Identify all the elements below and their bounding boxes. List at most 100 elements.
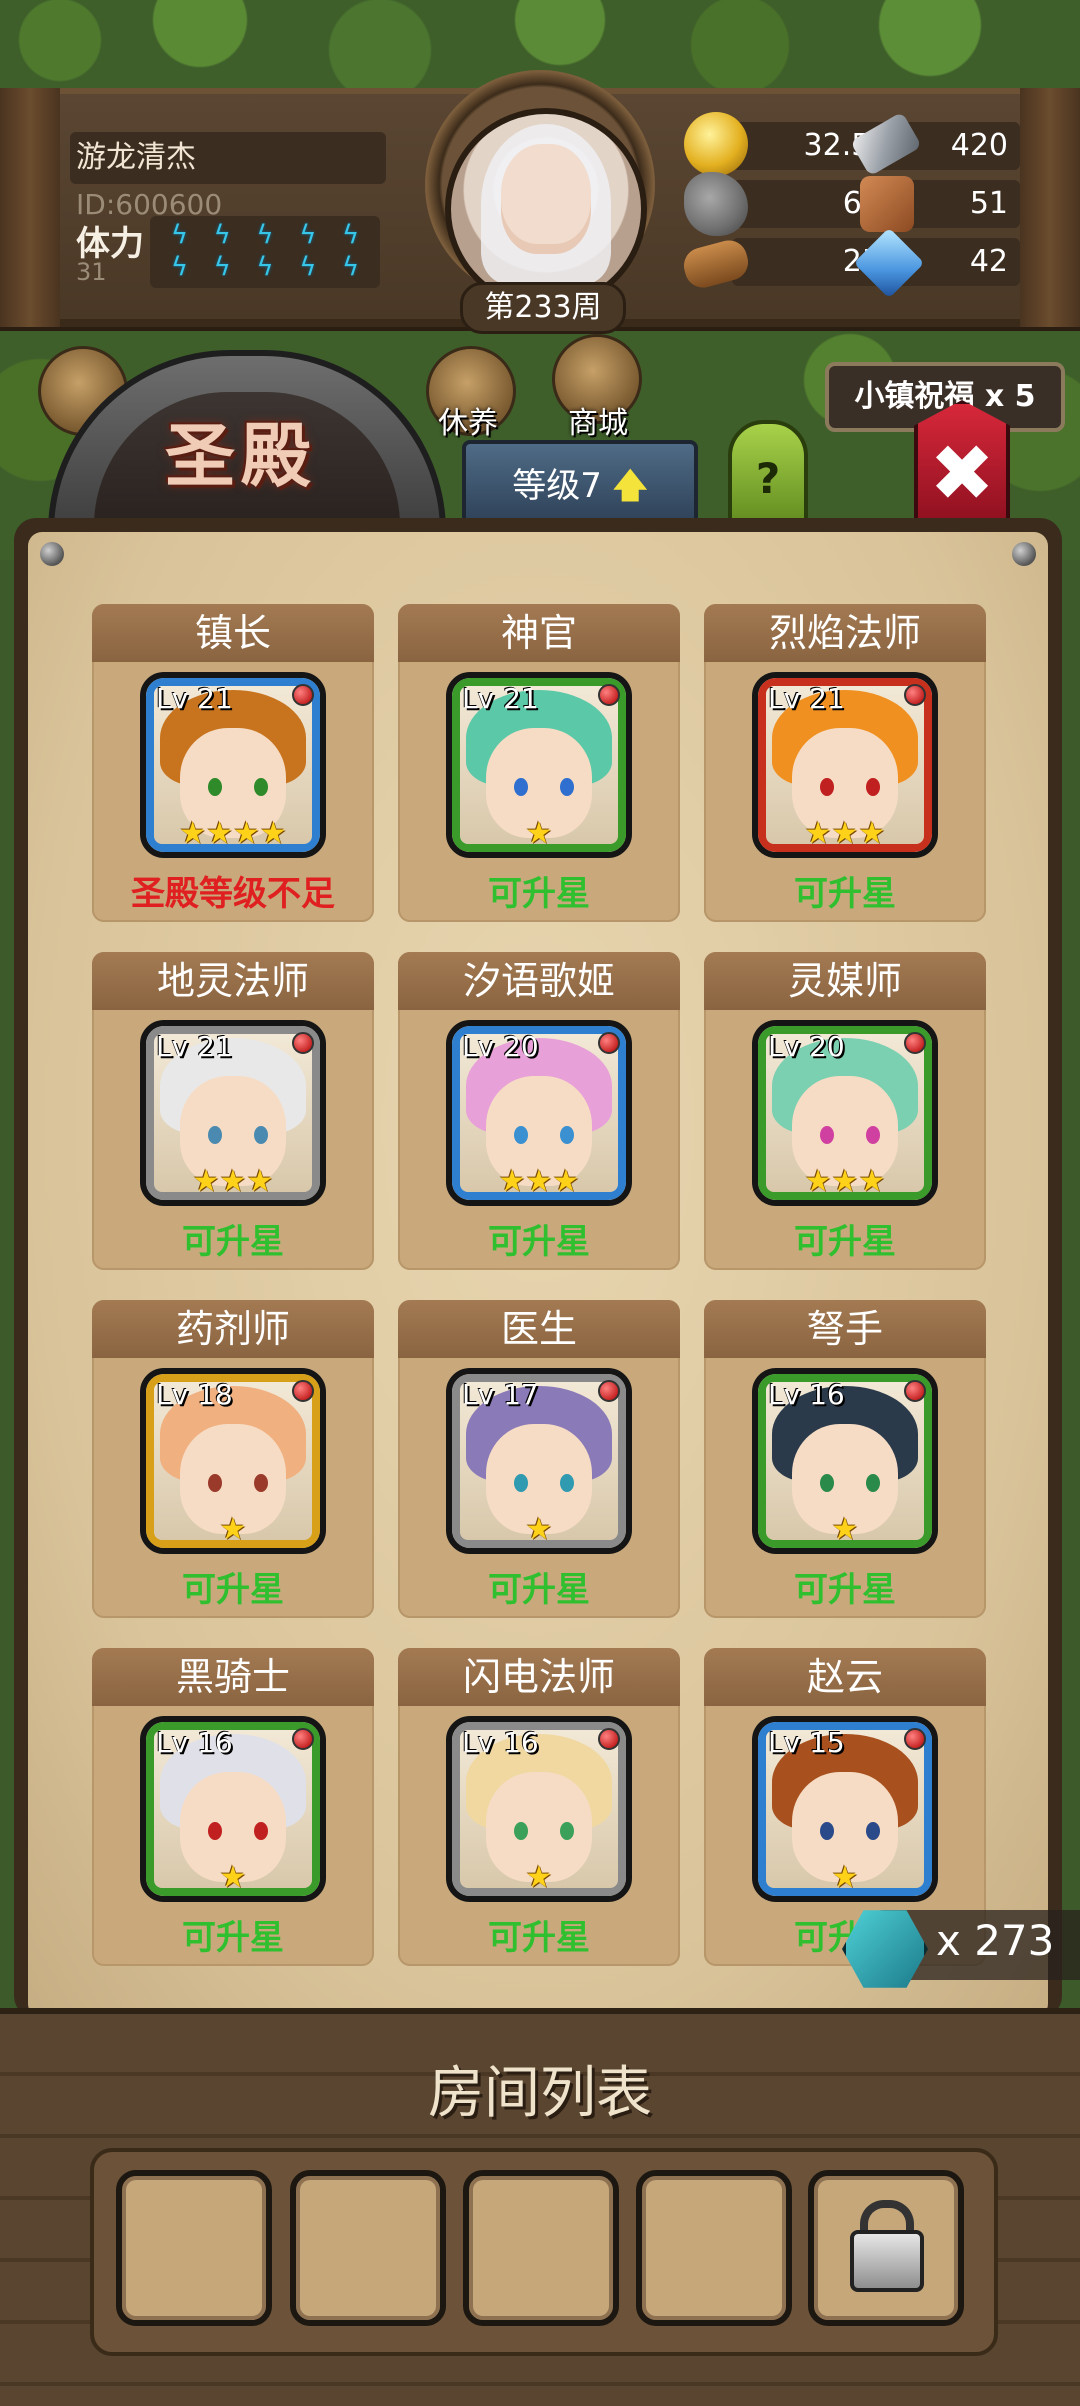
- character-card[interactable]: 黑骑士 Lv 16 ★ 可升星: [92, 1648, 374, 1966]
- lightning-icon: ϟ: [299, 252, 317, 282]
- star-rating: ★★★: [804, 816, 886, 851]
- upgrade-status: 可升星: [488, 1570, 590, 1610]
- character-level: Lv 21: [462, 682, 539, 715]
- upgrade-status: 可升星: [182, 1918, 284, 1958]
- character-name: 黑骑士: [92, 1648, 374, 1706]
- wood-post-left: [0, 88, 60, 327]
- character-level: Lv 21: [156, 682, 233, 715]
- upgrade-status: 可升星: [182, 1570, 284, 1610]
- star-rating: ★: [831, 1512, 859, 1547]
- character-portrait[interactable]: Lv 17 ★: [446, 1368, 632, 1554]
- room-list-title: 房间列表: [428, 2061, 652, 2126]
- character-card[interactable]: 灵媒师 Lv 20 ★★★ 可升星: [704, 952, 986, 1270]
- star-rating: ★★★★: [179, 816, 287, 851]
- upgrade-status: 可升星: [794, 874, 896, 914]
- gem-icon: [904, 1380, 926, 1402]
- wood-post-right: [1020, 88, 1080, 327]
- character-level: Lv 16: [768, 1378, 845, 1411]
- character-card[interactable]: 烈焰法师 Lv 21 ★★★ 可升星: [704, 604, 986, 922]
- room-slot[interactable]: [116, 2170, 272, 2326]
- lightning-icon: ϟ: [213, 252, 231, 282]
- room-slot[interactable]: [290, 2170, 446, 2326]
- upgrade-status: 可升星: [182, 1222, 284, 1262]
- star-rating: ★★★: [498, 1164, 580, 1199]
- character-portrait[interactable]: Lv 21 ★★★★: [140, 672, 326, 858]
- week-label: 第233周: [460, 282, 626, 334]
- upgrade-arrow-icon: 🡅: [612, 466, 648, 506]
- character-level: Lv 21: [156, 1030, 233, 1063]
- lightning-icon: ϟ: [342, 252, 360, 282]
- character-card[interactable]: 神官 Lv 21 ★ 可升星: [398, 604, 680, 922]
- character-portrait[interactable]: Lv 15 ★: [752, 1716, 938, 1902]
- gem-icon: [292, 684, 314, 706]
- character-card[interactable]: 药剂师 Lv 18 ★ 可升星: [92, 1300, 374, 1618]
- character-card[interactable]: 闪电法师 Lv 16 ★ 可升星: [398, 1648, 680, 1966]
- character-portrait[interactable]: Lv 21 ★: [446, 672, 632, 858]
- rest-label: 休养: [438, 406, 498, 441]
- gem-icon: [598, 1032, 620, 1054]
- upgrade-status: 可升星: [794, 1570, 896, 1610]
- gem-icon: [904, 1032, 926, 1054]
- gem-icon: [292, 1728, 314, 1750]
- character-name: 药剂师: [92, 1300, 374, 1358]
- gold-coin-icon: [684, 112, 748, 176]
- character-portrait[interactable]: Lv 20 ★★★: [752, 1020, 938, 1206]
- character-portrait[interactable]: Lv 16 ★: [140, 1716, 326, 1902]
- character-name: 神官: [398, 604, 680, 662]
- character-portrait[interactable]: Lv 16 ★: [446, 1716, 632, 1902]
- gem-icon: [904, 1728, 926, 1750]
- character-level: Lv 21: [768, 682, 845, 715]
- token-count: x 273: [936, 1916, 1055, 1965]
- lightning-icon: ϟ: [299, 220, 317, 250]
- character-card[interactable]: 汐语歌姬 Lv 20 ★★★ 可升星: [398, 952, 680, 1270]
- stamina-bar[interactable]: ϟ ϟ ϟ ϟ ϟ ϟ ϟ ϟ ϟ ϟ: [150, 216, 380, 288]
- close-button[interactable]: ✖: [914, 400, 1010, 528]
- lightning-icon: ϟ: [256, 220, 274, 250]
- room-slot[interactable]: [636, 2170, 792, 2326]
- star-rating: ★: [219, 1512, 247, 1547]
- leather-icon: [860, 176, 914, 232]
- rivet: [1012, 542, 1036, 566]
- character-name: 闪电法师: [398, 1648, 680, 1706]
- temple-level-label: 等级7: [512, 466, 602, 506]
- character-portrait[interactable]: Lv 16 ★: [752, 1368, 938, 1554]
- stamina-value: 31: [76, 258, 107, 286]
- gem-icon: [292, 1380, 314, 1402]
- character-name: 镇长: [92, 604, 374, 662]
- avatar[interactable]: [445, 108, 647, 310]
- lightning-icon: ϟ: [170, 252, 188, 282]
- shop-label: 商城: [568, 406, 628, 441]
- gem-icon: [598, 1380, 620, 1402]
- lock-icon: [850, 2230, 924, 2292]
- character-portrait[interactable]: Lv 20 ★★★: [446, 1020, 632, 1206]
- character-card[interactable]: 弩手 Lv 16 ★ 可升星: [704, 1300, 986, 1618]
- character-level: Lv 20: [462, 1030, 539, 1063]
- gem-icon: [904, 684, 926, 706]
- character-portrait[interactable]: Lv 18 ★: [140, 1368, 326, 1554]
- room-slot[interactable]: [463, 2170, 619, 2326]
- lightning-icon: ϟ: [213, 220, 231, 250]
- character-name: 灵媒师: [704, 952, 986, 1010]
- lightning-icon: ϟ: [170, 220, 188, 250]
- help-button[interactable]: ?: [728, 420, 808, 532]
- character-level: Lv 15: [768, 1726, 845, 1759]
- character-card[interactable]: 医生 Lv 17 ★ 可升星: [398, 1300, 680, 1618]
- character-card[interactable]: 镇长 Lv 21 ★★★★ 圣殿等级不足: [92, 604, 374, 922]
- upgrade-status: 可升星: [488, 1222, 590, 1262]
- gem-icon: [598, 684, 620, 706]
- star-rating: ★: [219, 1860, 247, 1895]
- star-rating: ★★★: [192, 1164, 274, 1199]
- character-card[interactable]: 地灵法师 Lv 21 ★★★ 可升星: [92, 952, 374, 1270]
- character-level: Lv 16: [156, 1726, 233, 1759]
- star-rating: ★: [525, 1512, 553, 1547]
- character-portrait[interactable]: Lv 21 ★★★: [140, 1020, 326, 1206]
- lightning-icon: ϟ: [256, 252, 274, 282]
- character-name: 烈焰法师: [704, 604, 986, 662]
- gem-icon: [598, 1728, 620, 1750]
- character-portrait[interactable]: Lv 21 ★★★: [752, 672, 938, 858]
- star-rating: ★: [831, 1860, 859, 1895]
- avatar-face: [501, 144, 591, 254]
- character-name: 赵云: [704, 1648, 986, 1706]
- star-rating: ★: [525, 1860, 553, 1895]
- page-title: 圣殿: [165, 415, 317, 497]
